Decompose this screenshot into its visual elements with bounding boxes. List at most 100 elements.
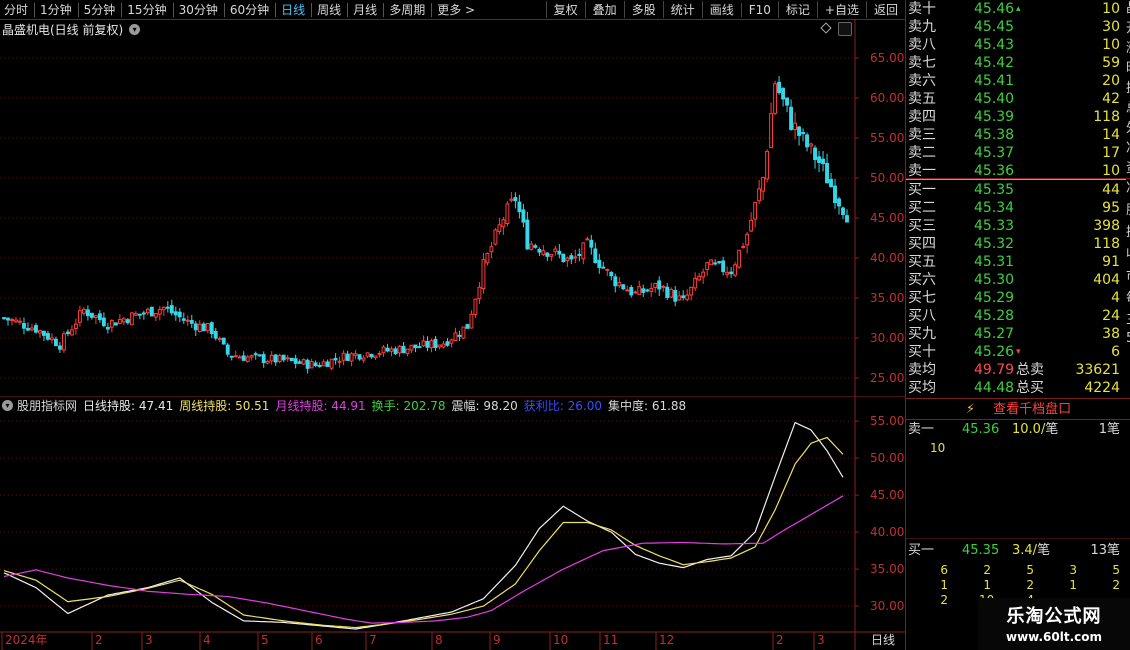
view-full-depth-button[interactable]: ⚡ 查看千档盘口	[906, 398, 1130, 420]
tab-period-3[interactable]: 15分钟	[123, 1, 171, 18]
asks-row[interactable]: 卖二 45.37 17	[906, 144, 1126, 162]
candle-body	[77, 310, 82, 323]
tab-period-7[interactable]: 周线	[313, 1, 346, 18]
tool-button-6[interactable]: 标记	[777, 1, 817, 18]
period-separator	[347, 2, 349, 17]
indicator-tick-label: 35.00	[870, 562, 904, 576]
candle-body	[589, 239, 594, 248]
tab-period-2[interactable]: 5分钟	[80, 1, 121, 18]
sell-order-size: 10	[930, 441, 946, 455]
asks-row[interactable]: 卖五 45.40 42	[906, 90, 1126, 108]
asks-row[interactable]: 卖八 45.43 10	[906, 36, 1126, 54]
candle-body	[157, 308, 162, 315]
asks-volume: 30	[1102, 19, 1120, 35]
candle-body	[737, 249, 742, 268]
asks-row[interactable]: 卖七 45.42 59	[906, 54, 1126, 72]
candlestick-chart[interactable]: 25.00 30.00 35.00 40.00 45.00 50.00 55.00 60.00…	[0, 20, 905, 396]
candle-body	[749, 219, 754, 232]
bids-row[interactable]: 买二 45.34 95	[906, 199, 1126, 217]
candle-body	[113, 322, 118, 326]
bids-row[interactable]: 买五 45.31 91	[906, 253, 1126, 271]
tool-button-3[interactable]: 统计	[662, 1, 702, 18]
asks-volume: 118	[1093, 109, 1120, 125]
candle-body	[653, 282, 658, 288]
candle-body	[321, 361, 326, 367]
asks-row[interactable]: 卖四 45.39 118	[906, 108, 1126, 126]
tab-period-8[interactable]: 月线	[349, 1, 382, 18]
price-tick-label: 55.00	[870, 131, 904, 145]
candle-body	[265, 360, 270, 364]
tab-period-4[interactable]: 30分钟	[175, 1, 223, 18]
asks-price: 45.41	[974, 73, 1015, 89]
candle-body	[381, 346, 386, 354]
candle-body	[349, 353, 354, 362]
asks-row[interactable]: 卖九 45.45 30	[906, 18, 1126, 36]
tab-period-0[interactable]: 分时	[0, 1, 33, 18]
bids-row[interactable]: 买四 45.32 118	[906, 235, 1126, 253]
asks-row[interactable]: 卖十 45.46 ▴ 10	[906, 0, 1126, 18]
bids-row[interactable]: 买十 45.26 ▾ 6	[906, 343, 1126, 361]
buy-order-size: 6	[940, 563, 948, 577]
bids-row[interactable]: 买三 45.33 398	[906, 217, 1126, 235]
candle-body	[693, 277, 698, 289]
bids-price: 45.30	[974, 272, 1015, 288]
sell-queue-label: 卖一	[908, 422, 935, 437]
tab-period-6[interactable]: 日线	[277, 1, 310, 18]
candle-body	[713, 262, 718, 265]
candle-body	[665, 286, 670, 298]
indicator-legend-item-2: 周线持股: 50.51	[179, 398, 270, 413]
asks-row[interactable]: 卖六 45.41 20	[906, 72, 1126, 90]
price-tick-label: 35.00	[870, 291, 904, 305]
bids-volume: 404	[1093, 272, 1120, 288]
bids-row[interactable]: 买六 45.30 404	[906, 271, 1126, 289]
bids-level-label: 买九	[908, 326, 936, 342]
candle-body	[197, 323, 202, 333]
candle-body	[385, 347, 390, 352]
asks-row[interactable]: 卖三 45.38 14	[906, 126, 1126, 144]
candle-body	[545, 252, 550, 257]
yellow-indicator-line	[3, 436, 844, 629]
tool-button-8[interactable]: 返回	[865, 1, 905, 18]
bids-row[interactable]: 买八 45.28 24	[906, 307, 1126, 325]
time-tick-label: 2	[776, 633, 784, 647]
candle-body	[269, 354, 274, 362]
buy-order-size: 2	[983, 563, 991, 577]
bids-row[interactable]: 买七 45.29 4	[906, 289, 1126, 307]
candle-body	[705, 262, 710, 270]
bids-level-label: 买七	[908, 290, 936, 306]
tool-button-0[interactable]: 复权	[545, 1, 585, 18]
asks-price: 45.39	[974, 109, 1015, 125]
candle-body	[717, 261, 722, 264]
candle-body	[249, 355, 254, 358]
bids-row[interactable]: 买九 45.27 38	[906, 325, 1126, 343]
candle-body	[209, 322, 214, 335]
bids-level-label: 买四	[908, 236, 936, 252]
candle-body	[145, 308, 150, 314]
tab-period-1[interactable]: 1分钟	[36, 1, 77, 18]
candle-body	[609, 271, 614, 277]
candle-body	[429, 340, 434, 349]
indicator-dropdown-icon[interactable]: ▾	[2, 399, 13, 411]
candle-body	[817, 156, 821, 163]
candle-body	[701, 271, 706, 278]
tab-period-10[interactable]: 更多 >	[433, 1, 480, 18]
tab-period-5[interactable]: 60分钟	[226, 1, 274, 18]
time-tick-label: 12	[659, 633, 674, 647]
candle-body	[309, 361, 314, 369]
tab-period-9[interactable]: 多周期	[385, 1, 430, 18]
indicator-chart[interactable]: 30.00 35.00 40.00 45.00 50.00 55.00 2024年 2 3 4 5 6…	[0, 396, 905, 650]
tool-button-2[interactable]: 多股	[623, 1, 663, 18]
watermark-url: www.60lt.com	[1005, 630, 1103, 644]
buy-order-size: 5	[1026, 563, 1034, 577]
tool-button-1[interactable]: 叠加	[584, 1, 624, 18]
tool-button-4[interactable]: 画线	[701, 1, 741, 18]
candle-body	[169, 305, 174, 314]
price-tick-label: 60.00	[870, 91, 904, 105]
candle-body	[373, 355, 378, 359]
bids-row[interactable]: 买一 45.35 44	[906, 181, 1126, 199]
tool-button-7[interactable]: +自选	[816, 1, 866, 18]
side-char: 每	[1126, 290, 1130, 312]
tab-daily[interactable]: 日线	[862, 632, 904, 648]
tool-button-5[interactable]: F10	[740, 2, 778, 17]
asks-level-label: 卖九	[908, 19, 936, 35]
